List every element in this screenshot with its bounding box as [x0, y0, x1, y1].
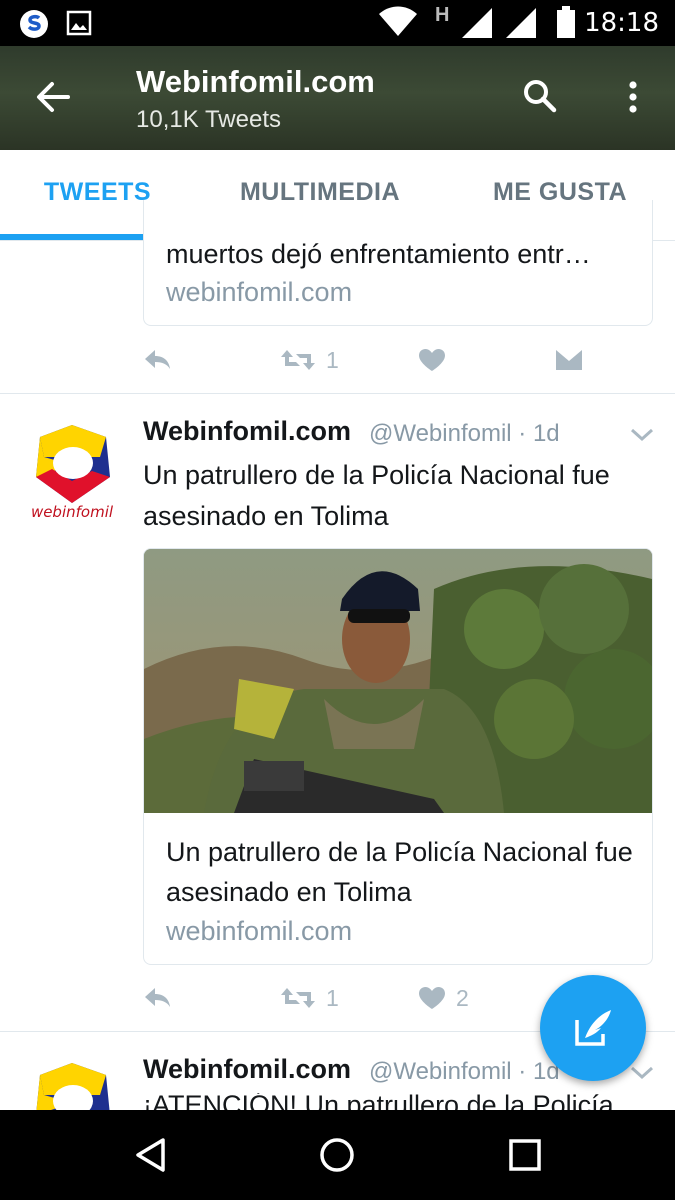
- status-bar: H 18:18: [0, 0, 675, 46]
- tweet-text: Un patrullero de la Policía Nacional fue…: [143, 460, 610, 531]
- author-name[interactable]: Webinfomil.com: [143, 1054, 351, 1085]
- network-type-label: H: [435, 4, 450, 26]
- app-s-icon: [20, 10, 48, 38]
- author-handle-time: @Webinfomil · 1d: [369, 420, 560, 447]
- card-image: [144, 549, 652, 813]
- profile-header: Webinfomil.com 10,1K Tweets: [0, 46, 675, 150]
- retweet-count: 1: [326, 984, 339, 1011]
- more-vert-icon[interactable]: [626, 80, 640, 114]
- svg-text:webinfomil: webinfomil: [31, 503, 114, 520]
- retweet-count: 1: [326, 346, 339, 373]
- retweet-button[interactable]: 1: [280, 978, 339, 1018]
- signal-icon: [462, 8, 492, 38]
- direct-message-button[interactable]: [554, 340, 584, 380]
- avatar[interactable]: [22, 1057, 123, 1110]
- envelope-icon: [556, 350, 582, 370]
- like-count: 2: [456, 984, 469, 1011]
- page-title: Webinfomil.com: [136, 64, 375, 99]
- wifi-icon: [379, 6, 417, 36]
- status-time: 18:18: [584, 8, 659, 38]
- card-title: Un patrullero de la Policía Nacional fue…: [166, 837, 633, 907]
- author-handle-time: @Webinfomil · 1d: [369, 1058, 560, 1085]
- card-photo: [144, 549, 652, 813]
- tweet-actions: 1: [143, 340, 643, 380]
- link-card[interactable]: Un patrullero de la Policía Nacional fue…: [143, 548, 653, 965]
- like-button[interactable]: [418, 340, 446, 380]
- search-icon[interactable]: [522, 78, 558, 114]
- recents-icon[interactable]: [508, 1138, 542, 1172]
- like-button[interactable]: 2: [418, 978, 469, 1018]
- back-icon[interactable]: [133, 1137, 169, 1173]
- chevron-down-icon[interactable]: [630, 427, 654, 443]
- reply-button[interactable]: [143, 978, 173, 1018]
- heart-icon: [419, 987, 445, 1009]
- home-icon[interactable]: [319, 1137, 355, 1173]
- link-card[interactable]: muertos dejó enfrentamiento entr… webinf…: [143, 200, 653, 326]
- compose-tweet-button[interactable]: [540, 975, 646, 1081]
- tweet-text-clip: ¡ATENCIÓN! Un patrullero de la Policía: [143, 1093, 658, 1110]
- card-domain: webinfomil.com: [166, 916, 353, 946]
- reply-icon: [145, 988, 170, 1007]
- retweet-icon: [281, 350, 315, 370]
- webinfomil-logo: webinfomil: [31, 425, 114, 521]
- tweet-text: ¡ATENCIÓN! Un patrullero de la Policía: [143, 1093, 614, 1110]
- battery-icon: [557, 6, 575, 38]
- retweet-icon: [281, 988, 315, 1008]
- avatar[interactable]: webinfomil: [22, 419, 123, 521]
- reply-icon: [145, 350, 170, 369]
- system-nav-bar: [0, 1110, 675, 1200]
- tweet-count: 10,1K Tweets: [136, 106, 281, 133]
- card-domain: webinfomil.com: [166, 277, 353, 307]
- card-title: muertos dejó enfrentamiento entr…: [166, 239, 591, 269]
- retweet-button[interactable]: 1: [280, 340, 339, 380]
- image-icon: [66, 10, 92, 36]
- chevron-down-icon[interactable]: [630, 1065, 654, 1081]
- tweet-divider: [0, 393, 675, 394]
- author-name[interactable]: Webinfomil.com: [143, 416, 351, 447]
- webinfomil-logo: [36, 1063, 110, 1110]
- heart-icon: [419, 349, 445, 371]
- back-arrow-icon[interactable]: [34, 78, 72, 116]
- compose-icon: [575, 1010, 611, 1046]
- reply-button[interactable]: [143, 340, 173, 380]
- signal-icon: [506, 8, 536, 38]
